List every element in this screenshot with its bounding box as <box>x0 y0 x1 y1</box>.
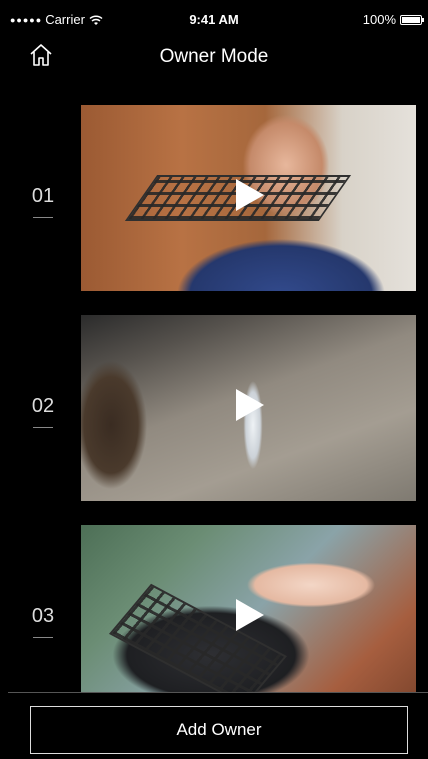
video-thumbnail[interactable] <box>81 525 416 692</box>
index-underline <box>33 427 53 428</box>
play-icon[interactable] <box>236 179 264 211</box>
video-item-3: 03 <box>0 525 428 692</box>
video-thumbnail[interactable] <box>81 105 416 291</box>
status-bar: ●●●●● Carrier 9:41 AM 100% <box>0 0 428 40</box>
status-right: 100% <box>362 12 424 27</box>
add-owner-button[interactable]: Add Owner <box>30 706 408 754</box>
nav-bar: Owner Mode <box>0 38 428 78</box>
index-underline <box>33 637 53 638</box>
video-index: 03 <box>31 605 55 627</box>
battery-icon <box>400 14 424 25</box>
play-icon[interactable] <box>236 599 264 631</box>
battery-fill <box>402 16 420 23</box>
video-thumbnail[interactable] <box>81 315 416 501</box>
battery-nub <box>422 17 424 22</box>
video-index: 01 <box>31 185 55 207</box>
footer: Add Owner <box>8 692 428 759</box>
index-underline <box>33 217 53 218</box>
page-title: Owner Mode <box>159 46 269 67</box>
battery-percent: 100% <box>362 12 396 27</box>
video-index: 02 <box>31 395 55 417</box>
video-item-2: 02 <box>0 315 428 501</box>
play-icon[interactable] <box>236 389 264 421</box>
video-list: 01 02 03 <box>0 92 428 692</box>
video-item-1: 01 <box>0 105 428 291</box>
